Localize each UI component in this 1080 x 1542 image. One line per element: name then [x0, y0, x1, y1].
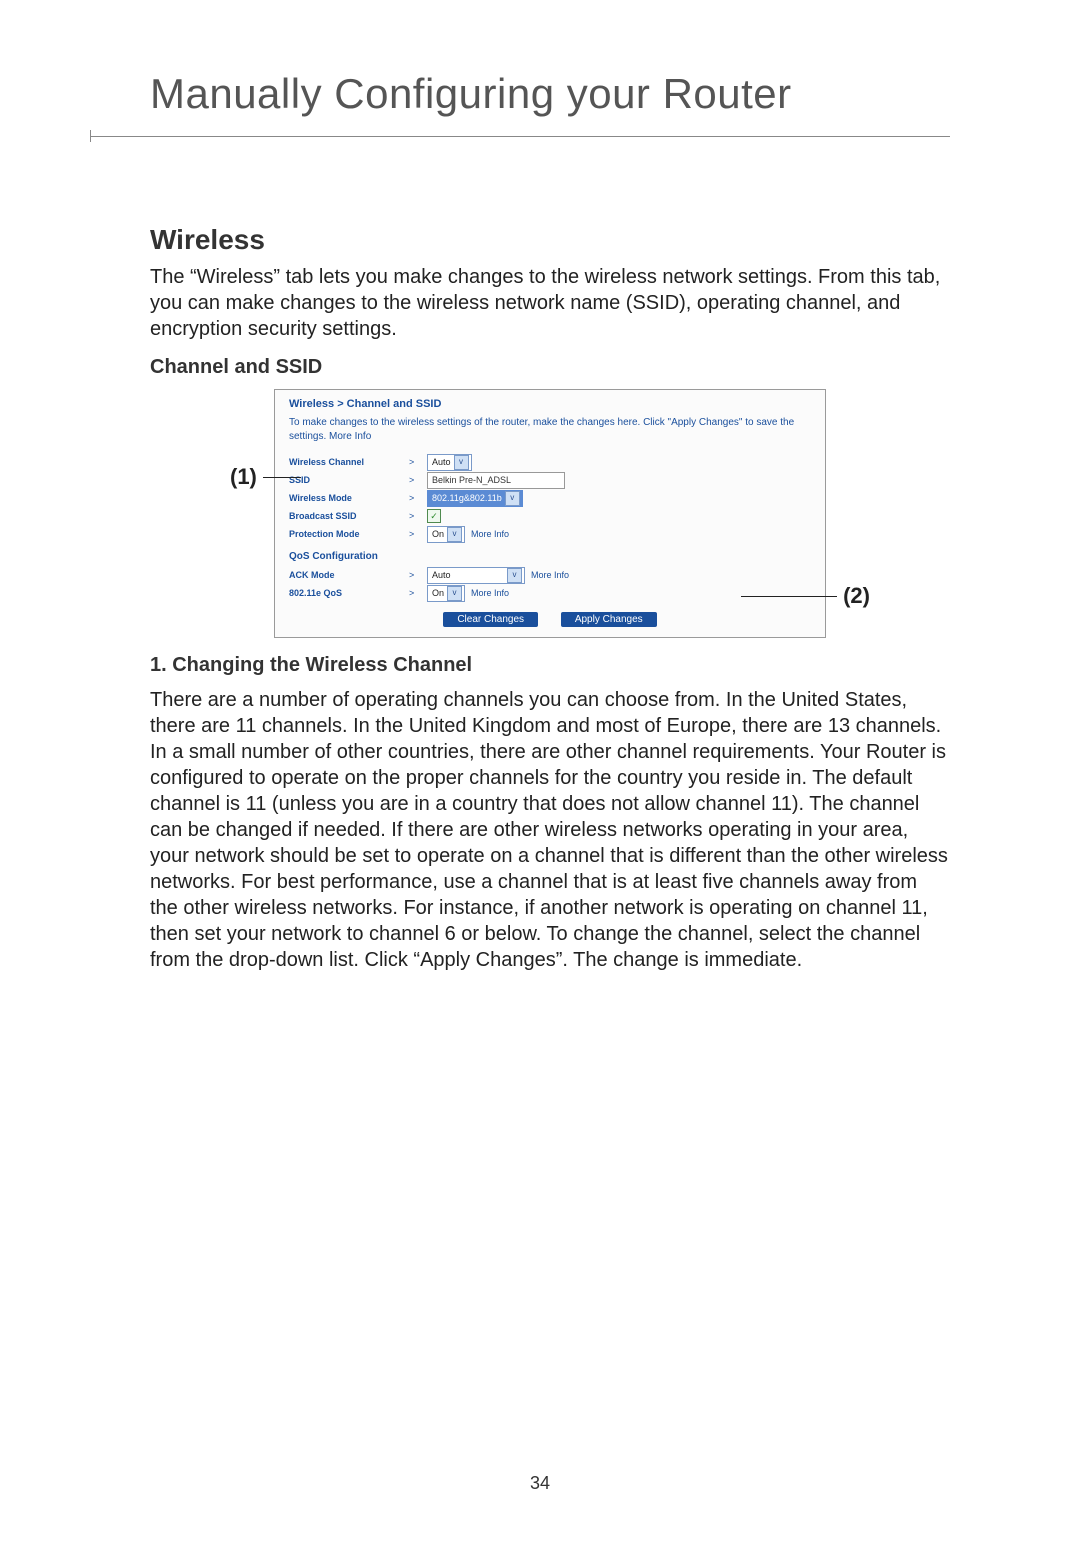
input-ssid[interactable]: Belkin Pre-N_ADSL	[427, 472, 565, 489]
page-number: 34	[0, 1473, 1080, 1494]
chevron-right-icon: >	[409, 588, 427, 598]
chevron-down-icon: v	[447, 527, 462, 542]
select-wireless-mode-value: 802.11g&802.11b	[432, 493, 502, 503]
row-80211e-qos: 802.11e QoS > On v More Info	[289, 584, 811, 602]
callout-1: (1)	[230, 464, 301, 490]
select-80211e-qos-value: On	[432, 588, 444, 598]
chevron-right-icon: >	[409, 457, 427, 467]
label-wireless-channel: Wireless Channel	[289, 457, 409, 467]
select-wireless-channel-value: Auto	[432, 457, 451, 467]
row-ssid: SSID > Belkin Pre-N_ADSL	[289, 471, 811, 489]
screenshot-wrapper: (1) (2) Wireless > Channel and SSID To m…	[150, 389, 950, 638]
label-broadcast-ssid: Broadcast SSID	[289, 511, 409, 521]
qos-heading: QoS Configuration	[289, 551, 811, 562]
chevron-right-icon: >	[409, 570, 427, 580]
apply-changes-button[interactable]: Apply Changes	[561, 612, 657, 627]
chevron-right-icon: >	[409, 511, 427, 521]
panel-intro: To make changes to the wireless settings…	[289, 416, 811, 443]
chevron-down-icon: v	[454, 455, 469, 470]
more-info-link[interactable]: More Info	[471, 529, 509, 539]
label-wireless-mode: Wireless Mode	[289, 493, 409, 503]
callout-2-label: (2)	[843, 583, 870, 609]
label-80211e-qos: 802.11e QoS	[289, 588, 409, 598]
chevron-right-icon: >	[409, 493, 427, 503]
subheading-channel-ssid: Channel and SSID	[150, 356, 950, 379]
subheading-changing-channel: 1. Changing the Wireless Channel	[150, 654, 950, 677]
select-wireless-channel[interactable]: Auto v	[427, 454, 472, 471]
row-wireless-channel: Wireless Channel > Auto v	[289, 453, 811, 471]
chevron-down-icon: v	[505, 491, 520, 506]
row-ack-mode: ACK Mode > Auto v More Info	[289, 566, 811, 584]
callout-2-line	[741, 596, 837, 597]
button-bar: Clear Changes Apply Changes	[289, 612, 811, 627]
row-broadcast-ssid: Broadcast SSID > ✓	[289, 507, 811, 525]
intro-paragraph: The “Wireless” tab lets you make changes…	[150, 264, 950, 342]
select-80211e-qos[interactable]: On v	[427, 585, 465, 602]
select-ack-mode-value: Auto	[432, 570, 504, 580]
label-ssid: SSID	[289, 475, 409, 485]
label-protection-mode: Protection Mode	[289, 529, 409, 539]
callout-2: (2)	[741, 583, 870, 609]
chevron-down-icon: v	[447, 586, 462, 601]
row-protection-mode: Protection Mode > On v More Info	[289, 525, 811, 543]
section-heading-wireless: Wireless	[150, 224, 950, 256]
callout-1-label: (1)	[230, 464, 257, 490]
chevron-right-icon: >	[409, 529, 427, 539]
clear-changes-button[interactable]: Clear Changes	[443, 612, 538, 627]
select-ack-mode[interactable]: Auto v	[427, 567, 525, 584]
select-wireless-mode[interactable]: 802.11g&802.11b v	[427, 490, 523, 507]
chevron-down-icon: v	[507, 568, 522, 583]
chevron-right-icon: >	[409, 475, 427, 485]
more-info-link[interactable]: More Info	[531, 570, 569, 580]
callout-1-line	[263, 477, 301, 478]
title-rule	[150, 128, 950, 144]
select-protection-mode-value: On	[432, 529, 444, 539]
body-changing-channel: There are a number of operating channels…	[150, 687, 950, 973]
row-wireless-mode: Wireless Mode > 802.11g&802.11b v	[289, 489, 811, 507]
checkbox-broadcast-ssid[interactable]: ✓	[427, 509, 441, 523]
select-protection-mode[interactable]: On v	[427, 526, 465, 543]
document-page: Manually Configuring your Router Wireles…	[0, 0, 1080, 1542]
panel-intro-more-link[interactable]: More Info	[329, 431, 371, 442]
label-ack-mode: ACK Mode	[289, 570, 409, 580]
page-title: Manually Configuring your Router	[150, 70, 950, 118]
panel-breadcrumb: Wireless > Channel and SSID	[289, 398, 811, 410]
more-info-link[interactable]: More Info	[471, 588, 509, 598]
